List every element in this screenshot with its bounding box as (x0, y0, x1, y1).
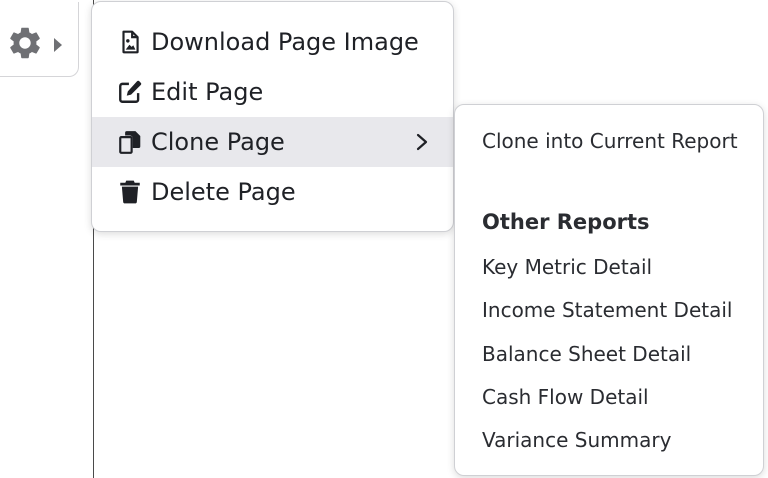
submenu-item-clone-into-current-report[interactable]: Clone into Current Report (482, 129, 738, 153)
submenu-item-report[interactable]: Income Statement Detail (482, 298, 732, 322)
submenu-heading-other-reports: Other Reports (482, 210, 650, 234)
submenu-item-report[interactable]: Variance Summary (482, 428, 671, 452)
clone-page-submenu: Clone into Current Report Other Reports … (454, 104, 764, 476)
menu-item-edit-page[interactable]: Edit Page (92, 67, 453, 117)
menu-item-label: Edit Page (151, 78, 264, 106)
image-file-icon (122, 30, 139, 54)
chevron-right-icon (416, 133, 428, 151)
gear-icon (10, 27, 40, 59)
side-panel (0, 0, 94, 478)
menu-item-delete-page[interactable]: Delete Page (92, 167, 453, 217)
page-settings-button[interactable] (0, 2, 79, 77)
submenu-item-report[interactable]: Key Metric Detail (482, 255, 652, 279)
caret-right-icon (54, 38, 62, 52)
edit-icon (119, 80, 142, 103)
menu-item-download-page-image[interactable]: Download Page Image (92, 17, 453, 67)
copy-icon (119, 131, 141, 154)
menu-item-label: Clone Page (151, 128, 285, 156)
menu-item-clone-page[interactable]: Clone Page (92, 117, 453, 167)
page-actions-menu: Download Page Image Edit Page Clone Page (91, 1, 454, 232)
menu-item-label: Download Page Image (151, 28, 419, 56)
menu-item-label: Delete Page (151, 178, 296, 206)
app-stage: Download Page Image Edit Page Clone Page (0, 0, 768, 478)
trash-icon (120, 180, 140, 204)
submenu-item-report[interactable]: Cash Flow Detail (482, 385, 649, 409)
submenu-item-report[interactable]: Balance Sheet Detail (482, 342, 691, 366)
